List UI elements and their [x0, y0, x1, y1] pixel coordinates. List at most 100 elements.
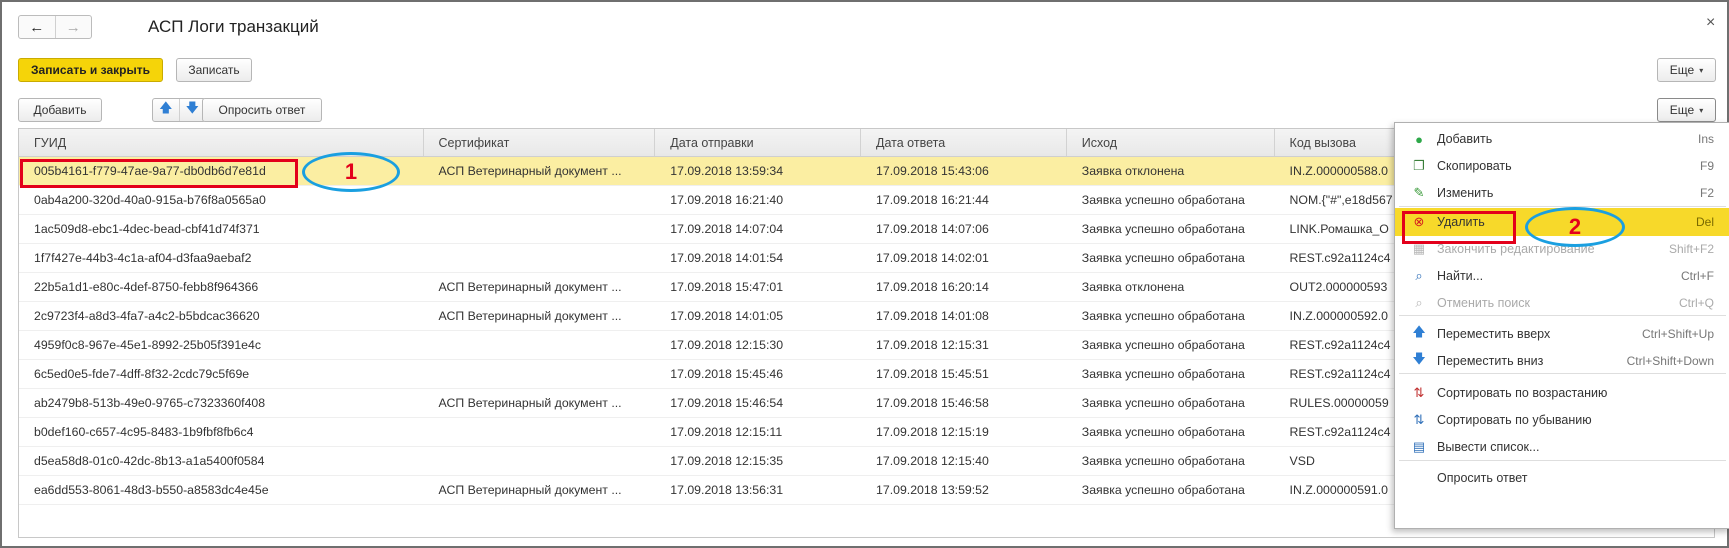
menu-item[interactable]: ▤ Вывести список... — [1395, 433, 1729, 461]
cell-sent-date: 17.09.2018 14:01:54 — [670, 251, 784, 265]
cell-guid: 22b5a1d1-e80c-4def-8750-febb8f964366 — [34, 280, 259, 294]
annotation-two: 2 — [1525, 207, 1625, 247]
menu-item[interactable]: ✎ Изменить F2 — [1395, 179, 1729, 207]
menu-item-shortcut: Ctrl+Shift+Down — [1626, 354, 1714, 368]
menu-item-shortcut: Shift+F2 — [1668, 242, 1714, 256]
menu-item-shortcut: Ctrl+Shift+Up — [1641, 327, 1714, 341]
cell-guid: 4959f0c8-967e-45e1-8992-25b05f391e4c — [34, 338, 262, 352]
cell-answer-date: 17.09.2018 12:15:31 — [876, 338, 989, 352]
cell-guid: 1f7f427e-44b3-4c1a-af04-d3faa9aebaf2 — [34, 251, 252, 265]
menu-item[interactable]: ⌕ Отменить поиск Ctrl+Q — [1395, 289, 1729, 317]
save-button[interactable]: Записать — [176, 58, 252, 82]
cell-sent-date: 17.09.2018 13:56:31 — [670, 483, 784, 497]
cell-guid: b0def160-c657-4c95-8483-1b9fbf8fb6c4 — [34, 425, 254, 439]
menu-item[interactable]: ⌕ Найти... Ctrl+F — [1395, 262, 1729, 290]
menu-item[interactable]: 🡇 Переместить вниз Ctrl+Shift+Down — [1395, 347, 1729, 375]
cell-outcome: Заявка успешно обработана — [1081, 396, 1245, 410]
chevron-down-icon: ▾ — [1699, 65, 1704, 75]
menu-item[interactable]: 🡅 Переместить вверх Ctrl+Shift+Up — [1395, 320, 1729, 348]
cell-certificate — [424, 331, 656, 359]
forward-arrow-icon[interactable]: → — [56, 16, 92, 38]
menu-item-label: Скопировать — [1437, 159, 1512, 173]
menu-item[interactable]: Опросить ответ — [1395, 464, 1729, 492]
cell-answer-date: 17.09.2018 14:02:01 — [876, 251, 989, 265]
menu-item[interactable]: ❐ Скопировать F9 — [1395, 152, 1729, 180]
cell-certificate: АСП Ветеринарный документ ... — [438, 396, 622, 410]
guid-highlight-marker — [20, 159, 298, 188]
menu-item-label: Опросить ответ — [1437, 471, 1528, 485]
cell-outcome: Заявка отклонена — [1081, 280, 1185, 294]
arrow-down-icon: 🡇 — [1412, 351, 1426, 366]
cell-certificate — [424, 244, 656, 272]
menu-item-shortcut: Ctrl+F — [1681, 269, 1714, 283]
cell-answer-date: 17.09.2018 16:21:44 — [876, 193, 989, 207]
cell-guid: d5ea58d8-01c0-42dc-8b13-a1a5400f0584 — [34, 454, 265, 468]
cell-certificate — [424, 186, 656, 214]
more-label: Еще — [1669, 103, 1695, 117]
menu-item[interactable]: ⇅ Сортировать по убыванию — [1395, 406, 1729, 434]
menu-item-label: Сортировать по возрастанию — [1437, 386, 1608, 400]
cell-guid: 6c5ed0e5-fde7-4dff-8f32-2cdc79c5f69e — [34, 367, 250, 381]
print-list-icon: ▤ — [1412, 439, 1426, 454]
menu-item-shortcut: F9 — [1699, 159, 1714, 173]
cell-sent-date: 17.09.2018 15:46:54 — [670, 396, 784, 410]
edit-icon: ✎ — [1413, 185, 1425, 200]
cell-certificate: АСП Ветеринарный документ ... — [438, 309, 622, 323]
cell-outcome: Заявка успешно обработана — [1081, 309, 1245, 323]
cell-outcome: Заявка отклонена — [1081, 164, 1185, 178]
menu-item-label: Переместить вверх — [1437, 327, 1551, 341]
menu-item-shortcut: Del — [1695, 215, 1714, 229]
window-frame: ← → АСП Логи транзакций × Записать и зак… — [0, 0, 1729, 548]
cell-answer-date: 17.09.2018 15:43:06 — [876, 164, 989, 178]
menu-item-label: Переместить вниз — [1437, 354, 1544, 368]
menu-item-shortcut: Ctrl+Q — [1678, 296, 1714, 310]
menu-item-label: Вывести список... — [1437, 440, 1540, 454]
back-arrow-icon[interactable]: ← — [19, 16, 56, 38]
cell-answer-date: 17.09.2018 12:15:40 — [876, 454, 989, 468]
cell-outcome: Заявка успешно обработана — [1081, 338, 1245, 352]
menu-item[interactable]: ● Добавить Ins — [1395, 125, 1729, 153]
save-and-close-button[interactable]: Записать и закрыть — [18, 58, 163, 82]
copy-icon: ❐ — [1413, 158, 1425, 173]
cell-outcome: Заявка успешно обработана — [1081, 251, 1245, 265]
sort-asc-icon: ⇅ — [1413, 385, 1425, 400]
cell-sent-date: 17.09.2018 14:07:04 — [670, 222, 784, 236]
cell-answer-date: 17.09.2018 12:15:19 — [876, 425, 989, 439]
column-header-sent-date[interactable]: Дата отправки — [655, 129, 862, 156]
column-header-certificate[interactable]: Сертификат — [424, 129, 656, 156]
cell-certificate — [424, 360, 656, 388]
menu-item-label: Отменить поиск — [1437, 296, 1531, 310]
cell-certificate — [424, 215, 656, 243]
cell-certificate — [424, 418, 656, 446]
cell-sent-date: 17.09.2018 14:01:05 — [670, 309, 784, 323]
column-header-outcome[interactable]: Исход — [1067, 129, 1275, 156]
cell-certificate — [424, 447, 656, 475]
cell-outcome: Заявка успешно обработана — [1081, 367, 1245, 381]
menu-item-label: Найти... — [1437, 269, 1484, 283]
cell-guid: ab2479b8-513b-49e0-9765-c7323360f408 — [34, 396, 266, 410]
move-buttons: 🡅 🡇 — [152, 98, 206, 122]
cell-sent-date: 17.09.2018 12:15:30 — [670, 338, 784, 352]
arrow-up-icon[interactable]: 🡅 — [153, 99, 180, 121]
cell-sent-date: 17.09.2018 16:21:40 — [670, 193, 784, 207]
delete-highlight-marker — [1402, 211, 1516, 244]
cell-answer-date: 17.09.2018 15:46:58 — [876, 396, 989, 410]
menu-item-label: Изменить — [1437, 186, 1494, 200]
menu-item-label: Сортировать по убыванию — [1437, 413, 1592, 427]
column-header-answer-date[interactable]: Дата ответа — [861, 129, 1067, 156]
chevron-down-icon: ▾ — [1699, 105, 1704, 115]
cell-guid: 2c9723f4-a8d3-4fa7-a4c2-b5bdcac36620 — [34, 309, 260, 323]
cell-sent-date: 17.09.2018 12:15:11 — [670, 425, 783, 439]
more-button[interactable]: Еще ▾ — [1657, 98, 1716, 122]
more-button-top[interactable]: Еще ▾ — [1657, 58, 1716, 82]
cell-certificate: АСП Ветеринарный документ ... — [438, 483, 622, 497]
menu-item-label: Добавить — [1437, 132, 1493, 146]
ask-answer-button[interactable]: Опросить ответ — [202, 98, 322, 122]
close-icon[interactable]: × — [1706, 14, 1715, 32]
more-context-menu: ● Добавить Ins ❐ Скопировать F9 ✎ Изменить F2 ⊗ Уд… — [1394, 122, 1729, 529]
cell-certificate: АСП Ветеринарный документ ... — [438, 164, 622, 178]
add-button[interactable]: Добавить — [18, 98, 102, 122]
cancel-search-icon: ⌕ — [1415, 295, 1423, 310]
menu-item[interactable]: ⇅ Сортировать по возрастанию — [1395, 379, 1729, 407]
menu-item-shortcut: Ins — [1697, 132, 1714, 146]
